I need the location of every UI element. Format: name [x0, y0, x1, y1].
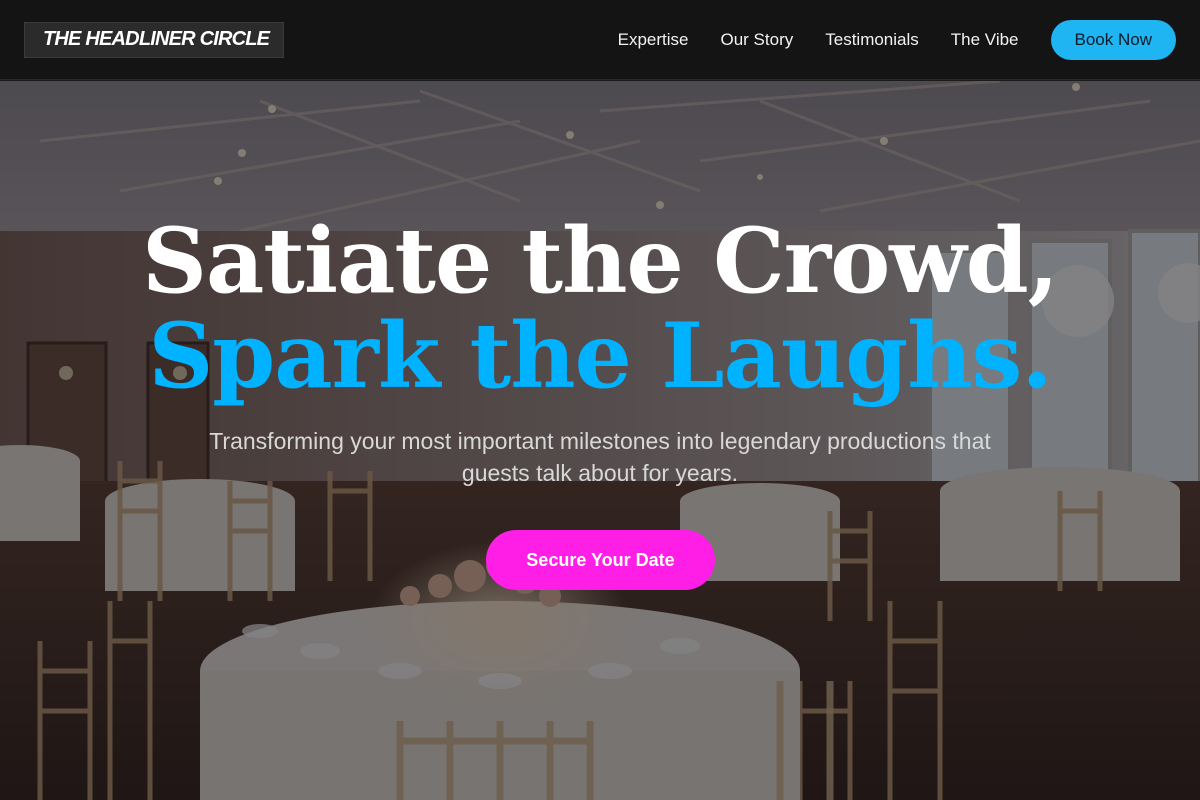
nav-link-the-vibe[interactable]: The Vibe [951, 30, 1019, 50]
hero-content: Satiate the Crowd, Spark the Laughs. Tra… [0, 81, 1200, 800]
hero-headline-line-1: Satiate the Crowd, [142, 208, 1059, 314]
hero-headline-line-2: Spark the Laughs. [148, 303, 1052, 409]
nav-link-testimonials[interactable]: Testimonials [825, 30, 919, 50]
hero-section: Satiate the Crowd, Spark the Laughs. Tra… [0, 81, 1200, 800]
nav-link-our-story[interactable]: Our Story [720, 30, 793, 50]
hero-subtext: Transforming your most important milesto… [209, 428, 991, 486]
site-header: THE HEADLINER CIRCLE Expertise Our Story… [0, 0, 1200, 80]
book-now-button[interactable]: Book Now [1050, 19, 1176, 60]
secure-your-date-button[interactable]: Secure Your Date [486, 530, 715, 590]
main-nav: Expertise Our Story Testimonials The Vib… [618, 30, 1019, 50]
brand-logo[interactable]: THE HEADLINER CIRCLE [24, 21, 285, 58]
nav-link-expertise[interactable]: Expertise [618, 30, 689, 50]
